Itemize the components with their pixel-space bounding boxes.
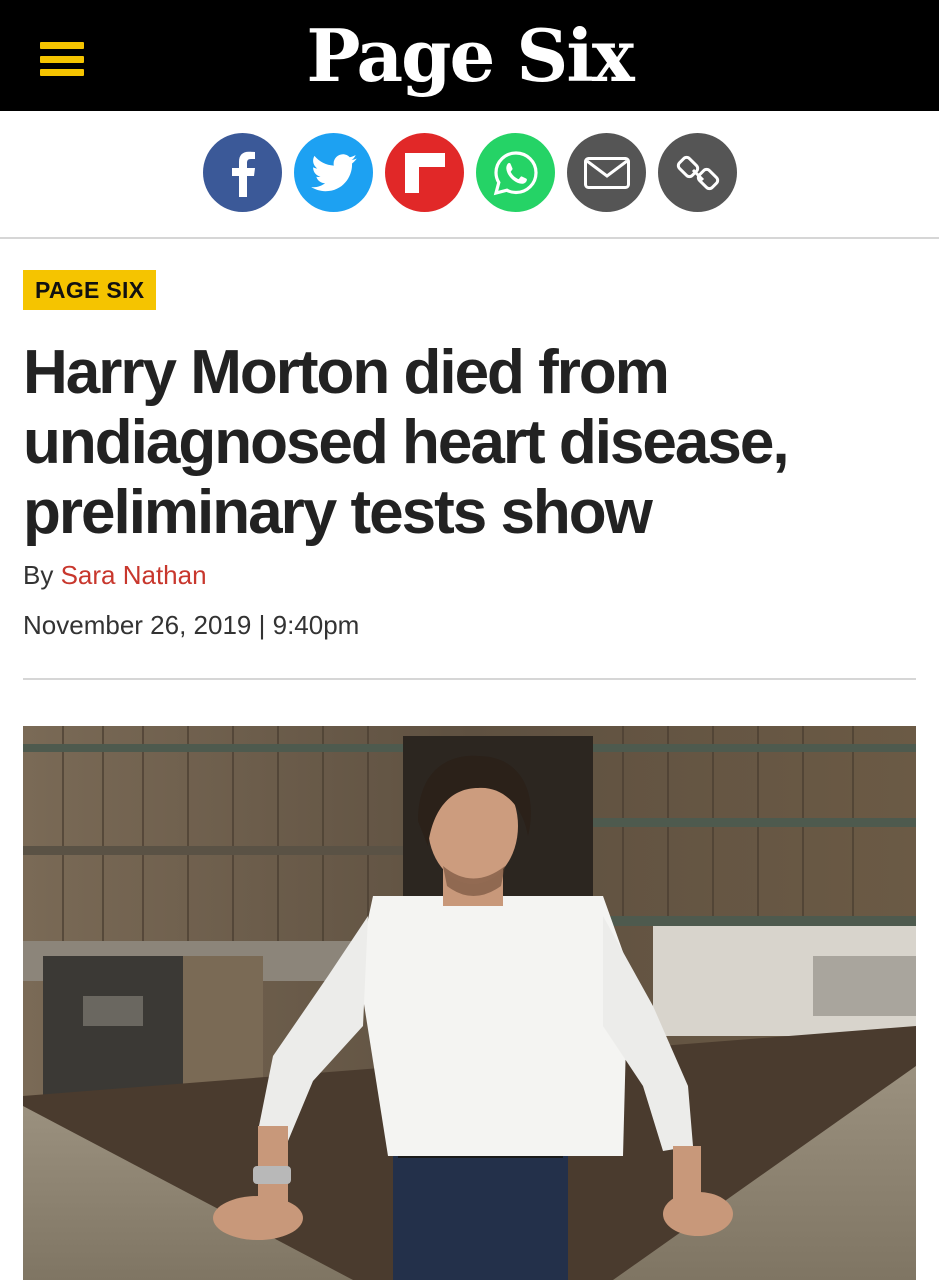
flipboard-share-button[interactable]	[385, 133, 464, 212]
article-photo[interactable]	[23, 726, 916, 1280]
twitter-icon	[310, 153, 357, 191]
email-share-button[interactable]	[567, 133, 646, 212]
top-bar: Page Six	[0, 0, 939, 111]
facebook-icon	[231, 151, 255, 197]
publish-date: November 26, 2019	[23, 610, 252, 640]
date-separator: |	[258, 610, 266, 640]
whatsapp-share-button[interactable]	[476, 133, 555, 212]
article-headline: Harry Morton died from undiagnosed heart…	[23, 338, 790, 547]
publish-time: 9:40pm	[272, 610, 360, 640]
author-link[interactable]: Sara Nathan	[61, 560, 207, 590]
share-bar	[0, 111, 939, 239]
twitter-share-button[interactable]	[294, 133, 373, 212]
email-icon	[583, 156, 630, 189]
whatsapp-icon	[493, 150, 538, 195]
byline: By Sara Nathan	[23, 560, 207, 591]
facebook-share-button[interactable]	[203, 133, 282, 212]
byline-prefix: By	[23, 560, 54, 590]
site-logo[interactable]: Page Six	[0, 14, 939, 98]
copy-link-share-button[interactable]	[658, 133, 737, 212]
link-icon	[676, 155, 719, 190]
flipboard-icon	[404, 152, 445, 193]
divider	[23, 678, 916, 680]
dateline: November 26, 2019 | 9:40pm	[23, 610, 359, 641]
section-tag[interactable]: PAGE SIX	[23, 270, 157, 310]
